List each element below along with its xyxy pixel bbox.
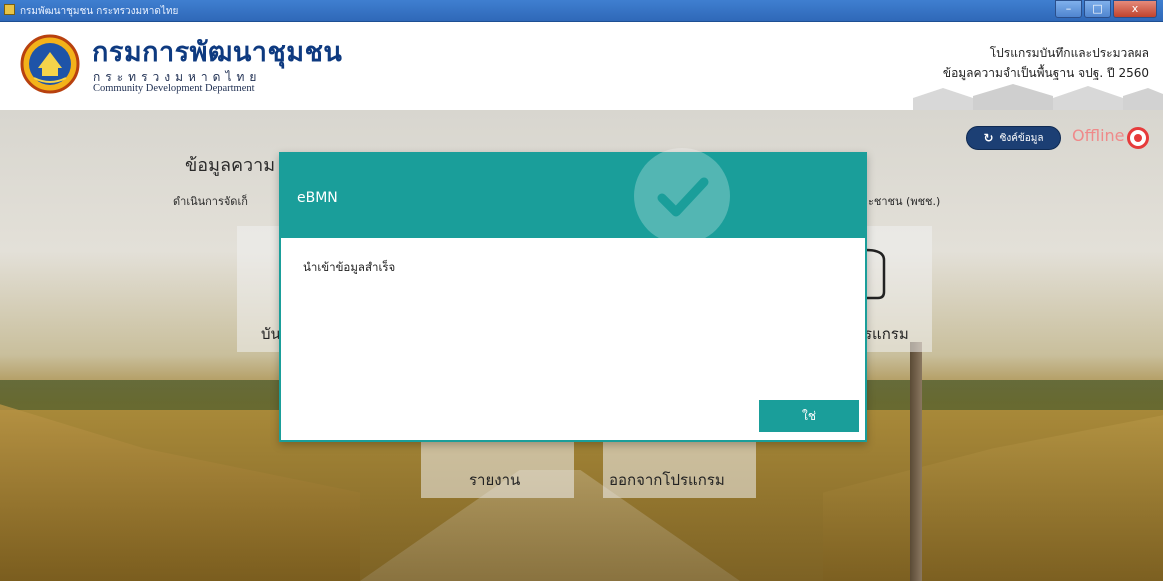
- page-subtitle-end: ะชาชน (พชช.): [868, 195, 941, 208]
- org-name-th: กรมการพัฒนาชุมชน: [92, 37, 343, 68]
- menu-tile-program-label: รแกรม: [864, 325, 909, 343]
- houses-decoration-icon: [913, 84, 1163, 110]
- maximize-button[interactable]: □: [1084, 0, 1111, 18]
- sync-button[interactable]: ↻ ซิงค์ข้อมูล: [966, 126, 1061, 150]
- menu-tile-report[interactable]: รายงาน: [421, 440, 574, 498]
- sync-button-label: ซิงค์ข้อมูล: [999, 132, 1044, 144]
- checkmark-icon: [657, 177, 709, 217]
- department-emblem-icon: [20, 34, 80, 94]
- dialog-message: นำเข้าข้อมูลสำเร็จ: [303, 260, 396, 274]
- minimize-button[interactable]: –: [1055, 0, 1082, 18]
- menu-tile-report-label: รายงาน: [469, 471, 521, 489]
- menu-tile-exit-label: ออกจากโปรแกรม: [609, 471, 725, 489]
- ok-button[interactable]: ใช่: [759, 400, 859, 432]
- success-check-icon: [634, 148, 730, 244]
- menu-tile-program[interactable]: รแกรม: [862, 226, 932, 352]
- menu-tile-record-label: บัน: [261, 325, 281, 343]
- dialog-header: eBMN: [281, 148, 865, 244]
- program-icon: [865, 248, 886, 300]
- page-heading: ข้อมูลความ: [185, 155, 276, 176]
- refresh-icon: ↻: [983, 131, 994, 145]
- org-name-en: Community Development Department: [93, 83, 255, 94]
- fence-post: [910, 342, 922, 581]
- window-title: กรมพัฒนาชุมชน กระทรวงมหาดไทย: [20, 6, 179, 17]
- connection-status: Offline: [1072, 126, 1125, 145]
- menu-tile-exit[interactable]: ออกจากโปรแกรม: [603, 440, 756, 498]
- window-titlebar: กรมพัฒนาชุมชน กระทรวงมหาดไทย – □ x: [0, 0, 1163, 22]
- app-header: กรมการพัฒนาชุมชน กระทรวงมหาดไทย Communit…: [0, 22, 1163, 110]
- offline-indicator-icon: [1127, 127, 1149, 149]
- dialog-title: eBMN: [297, 190, 338, 206]
- page-subtitle: ดำเนินการจัดเก็: [173, 195, 248, 208]
- program-title: โปรแกรมบันทึกและประมวลผล: [989, 46, 1149, 60]
- program-subtitle: ข้อมูลความจำเป็นพื้นฐาน จปฐ. ปี 2560: [942, 66, 1149, 80]
- success-dialog: eBMN นำเข้าข้อมูลสำเร็จ ใช่: [279, 148, 867, 442]
- close-button[interactable]: x: [1113, 0, 1157, 18]
- window-controls: – □ x: [1055, 0, 1157, 18]
- app-icon: [4, 4, 15, 15]
